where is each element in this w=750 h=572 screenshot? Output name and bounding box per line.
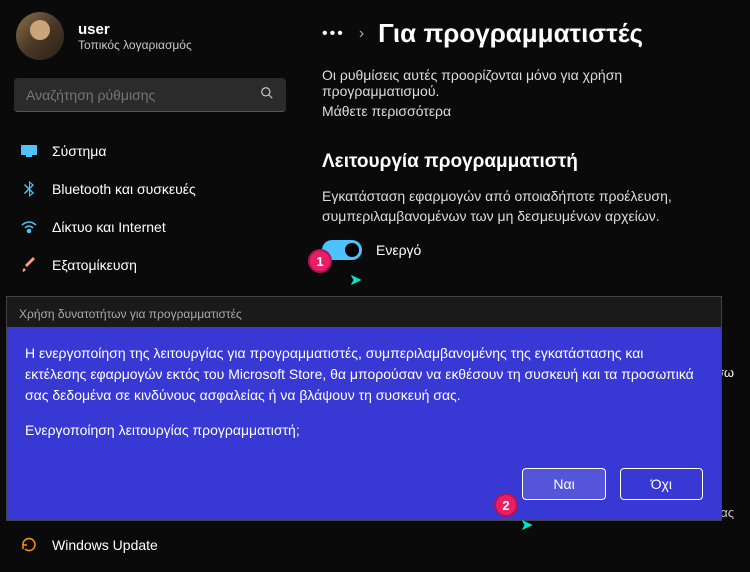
learn-more-link[interactable]: Μάθετε περισσότερα [322,103,738,119]
sidebar: Σύστημα Bluetooth και συσκευές Δίκτυο κα… [0,132,300,284]
annotation-marker-2: 2 [494,493,518,517]
dialog-body-text: Η ενεργοποίηση της λειτουργίας για προγρ… [25,343,703,406]
sidebar-item-label: Δίκτυο και Internet [52,219,166,235]
sidebar-item-system[interactable]: Σύστημα [8,132,292,170]
search-box[interactable] [14,78,286,112]
cursor-icon: ➤ [349,270,362,290]
sidebar-item-label: Windows Update [52,537,158,553]
toggle-knob [345,243,359,257]
dialog-question: Ενεργοποίηση λειτουργίας προγραμματιστή; [25,422,703,438]
dialog-title: Χρήση δυνατοτήτων για προγραμματιστές [7,297,721,327]
breadcrumb: ••• › Για προγραμματιστές [322,18,738,49]
annotation-marker-1: 1 [308,249,332,273]
bluetooth-icon [20,180,38,198]
search-input[interactable] [26,87,260,103]
dev-mode-desc: Εγκατάσταση εφαρμογών από οποιαδήποτε πρ… [322,187,738,226]
yes-button[interactable]: Ναι [522,468,605,500]
dev-mode-title: Λειτουργία προγραμματιστή [322,151,738,173]
sidebar-item-label: Εξατομίκευση [52,257,137,273]
intro-subtitle: Οι ρυθμίσεις αυτές προορίζονται μόνο για… [322,67,738,99]
sidebar-item-label: Σύστημα [52,143,106,159]
sidebar-item-label: Bluetooth και συσκευές [52,181,196,197]
username: user [78,21,192,38]
user-header: user Τοπικός λογαριασμός [0,0,300,68]
brush-icon [20,256,38,274]
breadcrumb-more-icon[interactable]: ••• [322,25,345,43]
sidebar-item-bluetooth[interactable]: Bluetooth και συσκευές [8,170,292,208]
sidebar-item-network[interactable]: Δίκτυο και Internet [8,208,292,246]
account-type: Τοπικός λογαριασμός [78,38,192,52]
no-button[interactable]: Όχι [620,468,703,500]
chevron-right-icon: › [359,25,364,43]
wifi-icon [20,218,38,236]
confirmation-dialog: Χρήση δυνατοτήτων για προγραμματιστές Η … [6,296,722,521]
search-icon [260,86,274,103]
system-icon [20,142,38,160]
sidebar-item-update[interactable]: Windows Update [8,526,292,564]
toggle-state-label: Ενεργό [376,242,421,258]
cursor-icon: ➤ [520,515,533,535]
avatar[interactable] [16,12,64,60]
page-title: Για προγραμματιστές [378,18,643,49]
sidebar-item-personalize[interactable]: Εξατομίκευση [8,246,292,284]
update-icon [20,536,38,554]
